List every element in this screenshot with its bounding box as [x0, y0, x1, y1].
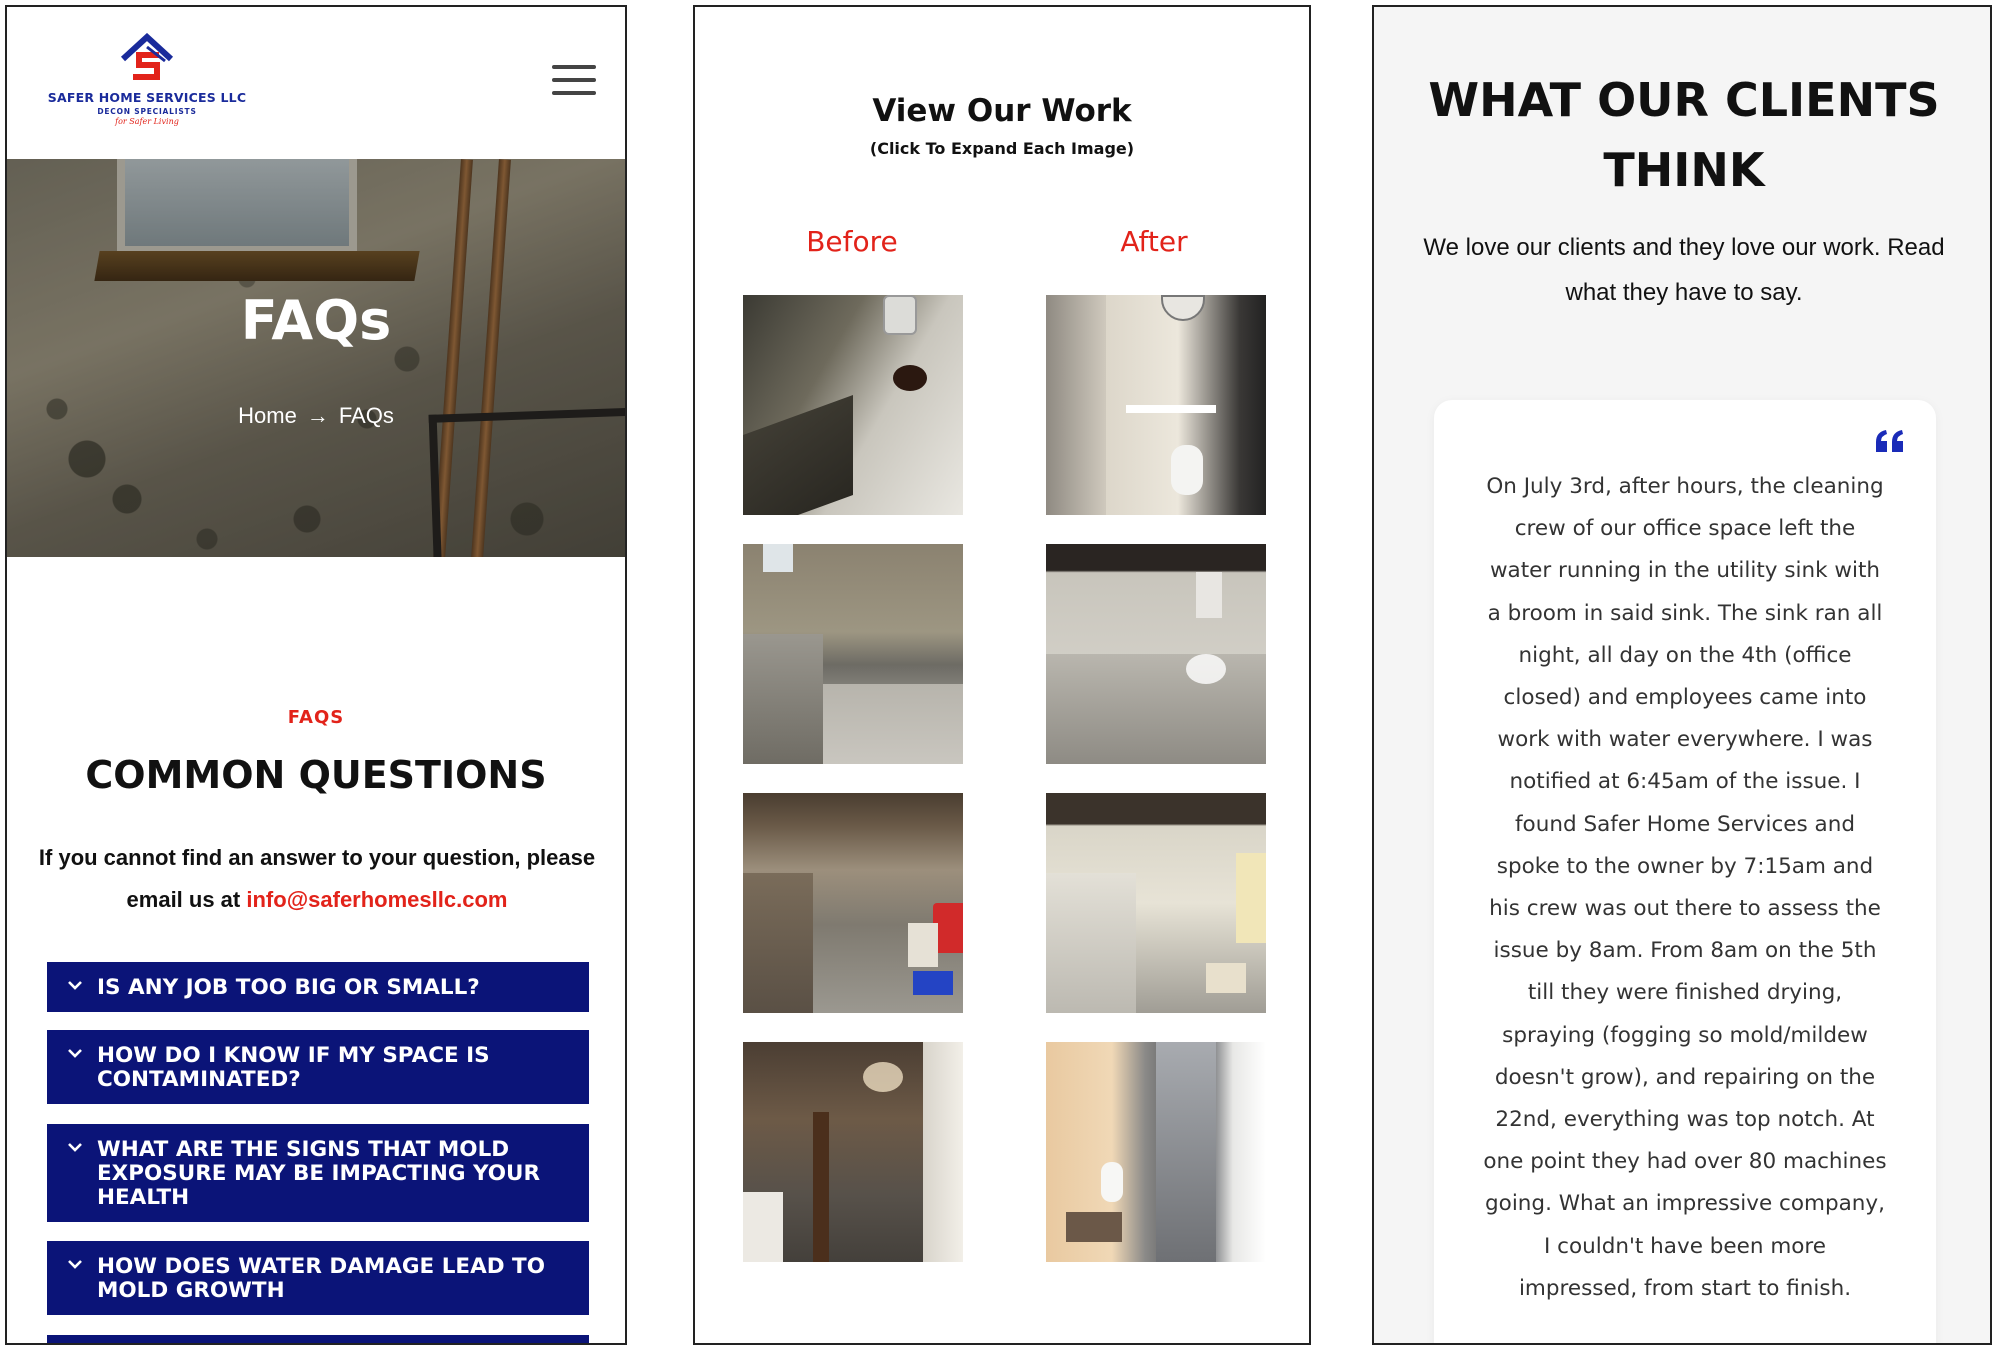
faq-question: WHAT ARE THE SIGNS THAT MOLD EXPOSURE MA… [97, 1137, 541, 1210]
reviews-heading: WHAT OUR CLIENTS THINK [1428, 73, 1940, 197]
faq-question: HOW DO I KNOW IF MY SPACE IS CONTAMINATE… [97, 1043, 490, 1092]
chevron-down-icon [68, 1049, 82, 1058]
review-text: On July 3rd, after hours, the cleaning c… [1483, 474, 1887, 1301]
work-gallery-screen: View Our Work (Click To Expand Each Imag… [693, 5, 1311, 1345]
before-image-2[interactable] [743, 544, 963, 764]
faq-accordion-item[interactable]: HOW DO I KNOW IF MY SPACE IS CONTAMINATE… [47, 1030, 589, 1104]
page-title: FAQs [240, 289, 392, 352]
faq-accordion-item[interactable]: IS ANY JOB TOO BIG OR SMALL? [47, 962, 589, 1012]
faq-accordion-item[interactable] [47, 1335, 589, 1343]
logo-subtitle: DECON SPECIALISTS [97, 107, 197, 116]
faq-intro: If you cannot find an answer to your que… [27, 837, 607, 921]
after-image-4[interactable] [1046, 1042, 1266, 1262]
chevron-down-icon [68, 1143, 82, 1152]
email-link[interactable]: info@saferhomesllc.com [246, 887, 507, 912]
logo-tagline: for Safer Living [115, 117, 179, 126]
after-image-3[interactable] [1046, 793, 1266, 1013]
breadcrumb-home-link[interactable]: Home [238, 403, 297, 428]
chevron-down-icon [68, 1260, 82, 1269]
faq-page-screen: SAFER HOME SERVICES LLC DECON SPECIALIST… [5, 5, 627, 1345]
site-header: SAFER HOME SERVICES LLC DECON SPECIALIST… [7, 7, 625, 159]
after-image-2[interactable] [1046, 544, 1266, 764]
breadcrumb-arrow-icon: → [306, 403, 329, 428]
after-column-label: After [1120, 225, 1188, 258]
quote-icon [1876, 430, 1903, 452]
before-image-4[interactable] [743, 1042, 963, 1262]
hamburger-menu-button[interactable] [552, 63, 598, 97]
breadcrumb-current: FAQs [338, 403, 394, 428]
reviews-subheading: We love our clients and they love our wo… [1423, 234, 1945, 306]
faq-eyebrow: FAQS [287, 707, 345, 728]
chevron-down-icon [68, 981, 82, 990]
before-column-label: Before [806, 225, 898, 258]
site-logo[interactable]: SAFER HOME SERVICES LLC DECON SPECIALIST… [47, 33, 247, 133]
house-logo-icon [120, 33, 174, 80]
faq-question: HOW DOES WATER DAMAGE LEAD TO MOLD GROWT… [97, 1254, 546, 1303]
before-image-1[interactable] [743, 295, 963, 515]
hero-banner: FAQs Home → FAQs [7, 159, 625, 557]
faq-heading: COMMON QUESTIONS [85, 753, 547, 797]
gallery-title: View Our Work [872, 93, 1132, 129]
review-card: On July 3rd, after hours, the cleaning c… [1434, 400, 1936, 1343]
gallery-subtitle: (Click To Expand Each Image) [869, 139, 1135, 158]
after-image-1[interactable] [1046, 295, 1266, 515]
faq-accordion-item[interactable]: HOW DOES WATER DAMAGE LEAD TO MOLD GROWT… [47, 1241, 589, 1315]
faq-accordion-item[interactable]: WHAT ARE THE SIGNS THAT MOLD EXPOSURE MA… [47, 1124, 589, 1222]
logo-name: SAFER HOME SERVICES LLC [47, 90, 247, 105]
faq-question: IS ANY JOB TOO BIG OR SMALL? [97, 975, 480, 1000]
hamburger-icon [552, 65, 596, 69]
before-image-3[interactable] [743, 793, 963, 1013]
breadcrumb: Home → FAQs [7, 403, 625, 429]
reviews-screen: WHAT OUR CLIENTS THINK We love our clien… [1372, 5, 1992, 1345]
